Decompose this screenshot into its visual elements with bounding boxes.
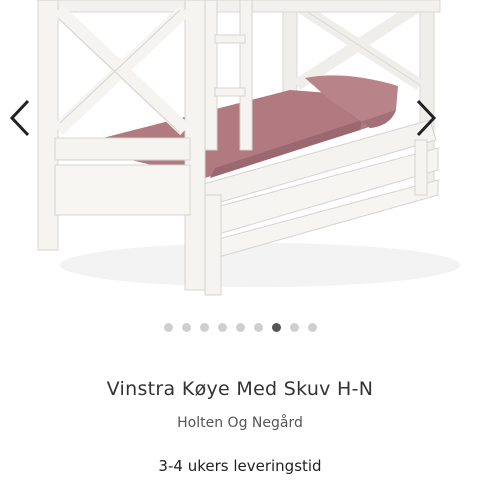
pagination-dot[interactable] [307, 323, 317, 332]
pagination-dot[interactable] [235, 323, 245, 332]
pagination-dot[interactable] [217, 323, 227, 332]
pagination-dot[interactable] [271, 323, 281, 332]
pagination-dot[interactable] [181, 323, 191, 332]
product-image [37, 0, 460, 296]
delivery-time: 3-4 ukers leveringstid [158, 457, 322, 475]
chevron-right-icon[interactable] [412, 98, 440, 138]
pagination-dot[interactable] [199, 323, 209, 332]
product-brand[interactable]: Holten Og Negård [0, 415, 480, 431]
product-gallery[interactable] [0, 0, 480, 310]
pagination-dot[interactable] [289, 323, 299, 332]
gallery-pagination [0, 323, 480, 333]
pagination-dot[interactable] [253, 323, 263, 332]
chevron-left-icon[interactable] [6, 98, 34, 138]
product-title: Vinstra Køye Med Skuv H-N [106, 378, 374, 400]
pagination-dot[interactable] [163, 323, 173, 332]
